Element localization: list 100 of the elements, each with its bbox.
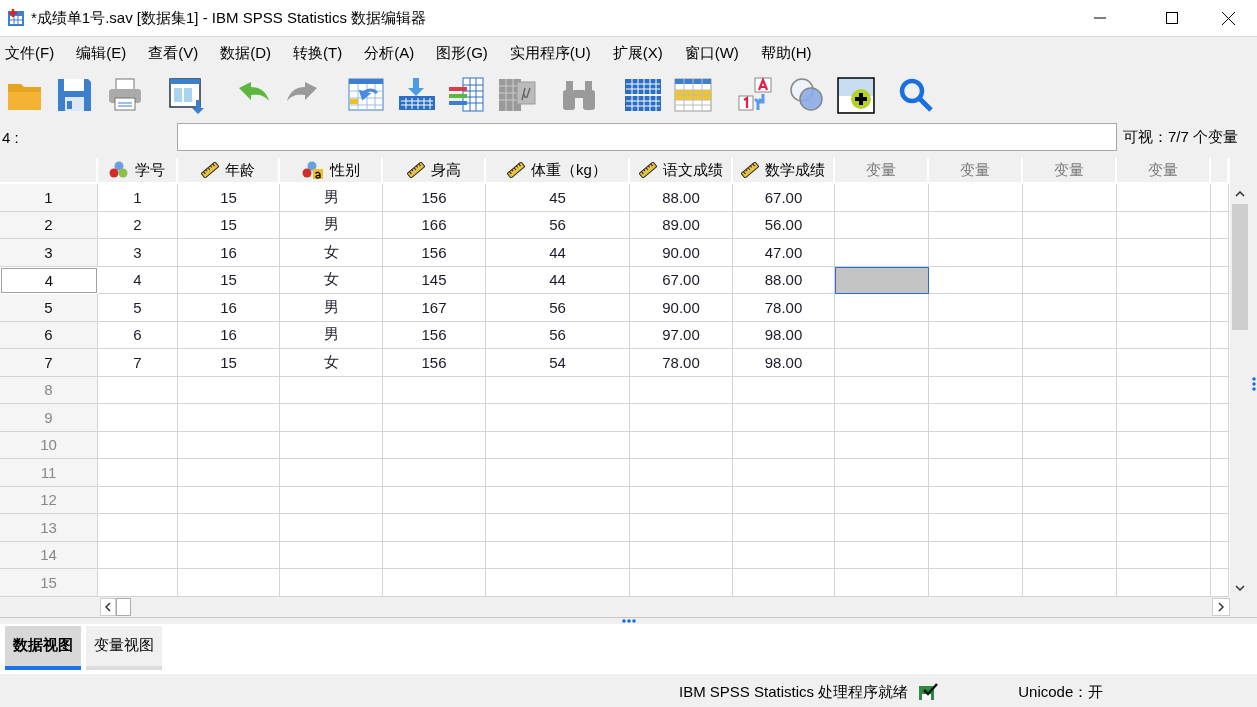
empty-cell[interactable] (1211, 294, 1229, 322)
empty-cell[interactable] (1117, 349, 1211, 377)
empty-cell[interactable] (929, 321, 1023, 349)
empty-cell[interactable] (1211, 239, 1229, 267)
highlighted-table-icon[interactable] (673, 75, 713, 115)
empty-cell[interactable] (835, 431, 929, 459)
empty-cell[interactable] (383, 376, 486, 404)
scroll-down-icon[interactable] (1235, 584, 1245, 591)
empty-cell[interactable] (1117, 294, 1211, 322)
column-header[interactable]: 数学成绩 (733, 158, 835, 184)
column-header[interactable]: 变量 (835, 158, 929, 184)
empty-cell[interactable] (1117, 514, 1211, 542)
empty-cell[interactable] (929, 184, 1023, 212)
menu-item[interactable]: 扩展(X) (607, 43, 668, 63)
empty-cell[interactable] (486, 541, 630, 569)
empty-cell[interactable] (1117, 541, 1211, 569)
empty-cell[interactable] (1023, 431, 1117, 459)
empty-cell[interactable] (486, 404, 630, 432)
column-header[interactable]: 学号 (98, 158, 178, 184)
empty-cell[interactable] (835, 321, 929, 349)
empty-cell[interactable] (733, 404, 835, 432)
column-header[interactable]: 变量 (1023, 158, 1117, 184)
empty-cell[interactable] (733, 459, 835, 487)
empty-cell[interactable] (630, 376, 733, 404)
empty-cell[interactable] (1023, 514, 1117, 542)
empty-cell[interactable] (178, 569, 280, 597)
empty-cell[interactable] (280, 431, 383, 459)
empty-cell[interactable] (383, 569, 486, 597)
empty-cell[interactable] (630, 514, 733, 542)
empty-cell[interactable] (1023, 294, 1117, 322)
empty-cell[interactable] (733, 541, 835, 569)
row-number[interactable]: 2 (0, 211, 98, 239)
empty-cell[interactable] (835, 486, 929, 514)
empty-cell[interactable] (733, 431, 835, 459)
plus-badge-icon[interactable] (837, 75, 877, 115)
empty-cell[interactable] (178, 431, 280, 459)
view-tab[interactable]: 变量视图 (86, 625, 162, 670)
empty-cell[interactable] (1023, 349, 1117, 377)
empty-cell[interactable] (1117, 376, 1211, 404)
column-header[interactable]: 性别 (280, 158, 383, 184)
empty-cell[interactable] (835, 211, 929, 239)
empty-cell[interactable] (1211, 431, 1229, 459)
menu-item[interactable]: 文件(F) (0, 43, 60, 63)
column-header[interactable]: 年龄 (178, 158, 280, 184)
empty-cell[interactable] (630, 459, 733, 487)
empty-cell[interactable] (178, 376, 280, 404)
empty-cell[interactable] (835, 541, 929, 569)
empty-cell[interactable] (280, 514, 383, 542)
empty-cell[interactable] (1117, 266, 1211, 294)
empty-cell[interactable] (383, 431, 486, 459)
empty-cell[interactable] (1211, 514, 1229, 542)
column-header[interactable]: 身高 (383, 158, 486, 184)
row-number[interactable]: 7 (0, 349, 98, 377)
maximize-icon[interactable] (1166, 12, 1178, 24)
close-icon[interactable] (1221, 11, 1235, 25)
column-header[interactable]: 体重（kg） (486, 158, 630, 184)
empty-cell[interactable] (835, 294, 929, 322)
empty-cell[interactable] (178, 514, 280, 542)
empty-cell[interactable] (1023, 569, 1117, 597)
selected-cell[interactable] (835, 266, 929, 294)
menu-item[interactable]: 实用程序(U) (504, 43, 596, 63)
empty-cell[interactable] (1211, 266, 1229, 294)
empty-cell[interactable] (835, 239, 929, 267)
empty-cell[interactable] (733, 569, 835, 597)
menu-item[interactable]: 图形(G) (431, 43, 493, 63)
empty-cell[interactable] (630, 404, 733, 432)
empty-cell[interactable] (929, 404, 1023, 432)
empty-cell[interactable] (486, 514, 630, 542)
empty-cell[interactable] (1117, 239, 1211, 267)
column-header[interactable]: 语文成绩 (630, 158, 733, 184)
empty-cell[interactable] (929, 239, 1023, 267)
empty-cell[interactable] (280, 404, 383, 432)
empty-cell[interactable] (835, 514, 929, 542)
empty-cell[interactable] (1117, 321, 1211, 349)
empty-cell[interactable] (630, 486, 733, 514)
menu-item[interactable]: 查看(V) (143, 43, 204, 63)
empty-cell[interactable] (733, 514, 835, 542)
empty-cell[interactable] (835, 349, 929, 377)
empty-cell[interactable] (1211, 211, 1229, 239)
empty-cell[interactable] (630, 569, 733, 597)
empty-cell[interactable] (383, 459, 486, 487)
empty-cell[interactable] (630, 541, 733, 569)
menu-item[interactable]: 转换(T) (288, 43, 348, 63)
empty-cell[interactable] (929, 486, 1023, 514)
empty-cell[interactable] (1023, 211, 1117, 239)
empty-cell[interactable] (1211, 349, 1229, 377)
empty-cell[interactable] (1023, 266, 1117, 294)
empty-cell[interactable] (929, 294, 1023, 322)
empty-cell[interactable] (1117, 431, 1211, 459)
splitter-handle[interactable] (620, 618, 637, 623)
empty-cell[interactable] (929, 541, 1023, 569)
striped-table-icon[interactable] (447, 75, 487, 115)
empty-cell[interactable] (280, 459, 383, 487)
empty-cell[interactable] (383, 404, 486, 432)
empty-cell[interactable] (178, 486, 280, 514)
empty-cell[interactable] (280, 486, 383, 514)
menu-item[interactable]: 分析(A) (359, 43, 420, 63)
empty-cell[interactable] (1211, 486, 1229, 514)
empty-cell[interactable] (178, 459, 280, 487)
empty-cell[interactable] (1117, 486, 1211, 514)
